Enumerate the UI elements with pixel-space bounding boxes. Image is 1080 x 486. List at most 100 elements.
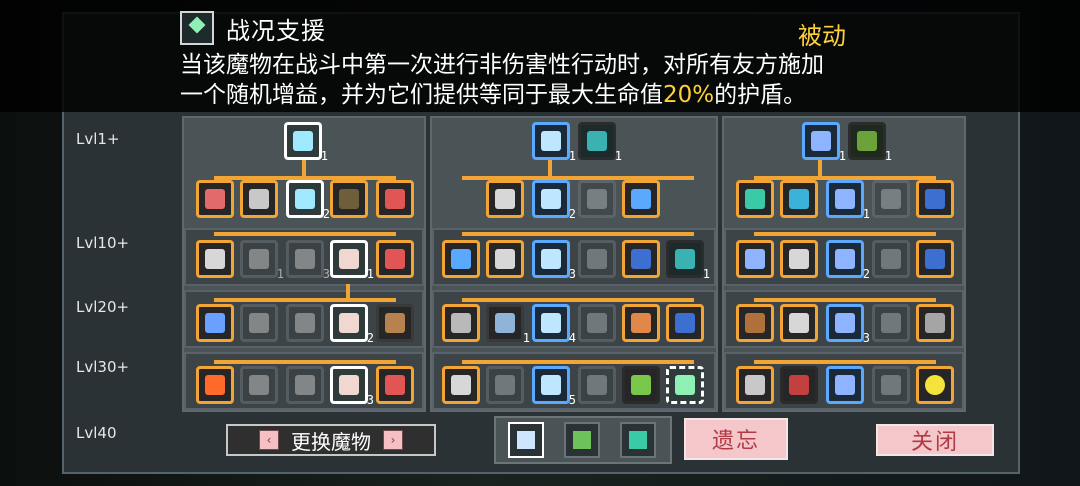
skill-node[interactable] — [286, 366, 324, 404]
skill-node[interactable] — [376, 180, 414, 218]
skill-node[interactable] — [376, 240, 414, 278]
skill-node[interactable] — [376, 304, 414, 342]
skill-node[interactable] — [736, 180, 774, 218]
crossed-swords-icon — [293, 131, 313, 151]
square-icon — [881, 189, 901, 209]
skill-node[interactable] — [826, 366, 864, 404]
skill-node[interactable] — [240, 366, 278, 404]
skill-node[interactable]: 2 — [286, 180, 330, 221]
skill-node[interactable] — [578, 180, 616, 218]
connector — [754, 360, 936, 364]
skill-node[interactable]: 2 — [826, 240, 870, 281]
skill-node[interactable] — [376, 366, 414, 404]
tooltip-description: 当该魔物在战斗中第一次进行非伤害性行动时，对所有友方施加 一个随机增益，并为它们… — [180, 50, 1030, 110]
skill-node-left-top[interactable]: 1 — [284, 122, 328, 163]
level-label-1: Lvl1+ — [76, 130, 120, 148]
shield-drop-icon — [925, 189, 945, 209]
skill-node[interactable] — [196, 304, 234, 342]
skill-node[interactable]: 1 — [486, 304, 530, 345]
skill-node[interactable] — [286, 304, 324, 342]
skill-node[interactable] — [916, 304, 954, 342]
fire-icon — [205, 375, 225, 395]
next-arrow-button[interactable]: › — [383, 430, 403, 450]
tab-claw[interactable] — [508, 422, 544, 458]
tab-arch[interactable] — [620, 422, 656, 458]
skill-node-selected[interactable] — [666, 366, 704, 404]
swap-tab-icon — [573, 431, 591, 449]
claw-tab-icon — [517, 431, 535, 449]
skill-node[interactable]: 2 — [330, 304, 374, 345]
pen-bars-icon — [495, 189, 515, 209]
crossed-swords-icon — [295, 189, 315, 209]
level-label-30: Lvl30+ — [76, 358, 130, 376]
skill-node-right-top-1[interactable]: 1 — [802, 122, 846, 163]
orb-icon — [205, 313, 225, 333]
skill-node[interactable] — [486, 240, 524, 278]
skill-node[interactable] — [916, 180, 954, 218]
skill-node[interactable]: 3 — [532, 240, 576, 281]
skill-node[interactable] — [622, 304, 660, 342]
skill-node[interactable] — [736, 240, 774, 278]
skill-node[interactable] — [622, 240, 660, 278]
skill-node[interactable] — [442, 366, 480, 404]
skill-node[interactable]: 1 — [330, 240, 374, 281]
skill-node[interactable] — [736, 366, 774, 404]
close-button[interactable]: 关闭 — [876, 424, 994, 456]
skill-node[interactable] — [442, 304, 480, 342]
skill-node[interactable]: 2 — [532, 180, 576, 221]
skill-node[interactable] — [872, 366, 910, 404]
skill-node[interactable] — [196, 366, 234, 404]
skill-node[interactable] — [622, 366, 660, 404]
skill-node[interactable] — [916, 366, 954, 404]
skill-node[interactable] — [240, 304, 278, 342]
feather-icon — [541, 189, 561, 209]
skill-node[interactable] — [780, 304, 818, 342]
skill-node[interactable]: 3 — [826, 304, 870, 345]
skill-node[interactable] — [780, 366, 818, 404]
skill-node[interactable] — [872, 180, 910, 218]
arch-tab-icon — [629, 431, 647, 449]
skill-node[interactable] — [330, 180, 368, 218]
skill-node[interactable]: 5 — [532, 366, 576, 407]
connector — [214, 360, 396, 364]
skill-node[interactable] — [622, 180, 660, 218]
skill-node[interactable]: 1 — [826, 180, 870, 221]
square-icon — [587, 189, 607, 209]
skill-node[interactable] — [780, 180, 818, 218]
tab-swap[interactable] — [564, 422, 600, 458]
skill-node[interactable] — [196, 240, 234, 278]
skill-node[interactable]: 4 — [532, 304, 576, 345]
tooltip-desc-line-2: 一个随机增益，并为它们提供等同于最大生命值20%的护盾。 — [180, 80, 1030, 110]
skill-node[interactable] — [442, 240, 480, 278]
skill-node[interactable] — [666, 304, 704, 342]
connector — [462, 232, 694, 236]
skill-node[interactable] — [916, 240, 954, 278]
skill-node[interactable]: 3 — [330, 366, 374, 407]
skill-node[interactable] — [196, 180, 234, 218]
skill-node[interactable] — [486, 180, 524, 218]
skill-node[interactable] — [872, 240, 910, 278]
crossed-swords-icon — [295, 313, 315, 333]
skill-node-mid-top-2[interactable]: 1 — [578, 122, 622, 163]
skill-node[interactable]: 1 — [666, 240, 710, 281]
skill-node-right-top-2[interactable]: 1 — [848, 122, 892, 163]
skill-node[interactable] — [240, 180, 278, 218]
heart-sparkle-icon — [675, 375, 695, 395]
forget-button[interactable]: 遗忘 — [684, 418, 788, 460]
blade-icon — [385, 313, 405, 333]
skill-node-mid-top-1[interactable]: 1 — [532, 122, 576, 163]
skill-node[interactable] — [872, 304, 910, 342]
prev-arrow-button[interactable]: ‹ — [259, 430, 279, 450]
skill-node[interactable] — [578, 240, 616, 278]
skill-node[interactable] — [578, 366, 616, 404]
skill-node[interactable]: 3 — [286, 240, 330, 281]
skill-node[interactable] — [780, 240, 818, 278]
skill-node[interactable] — [736, 304, 774, 342]
skill-node[interactable]: 1 — [240, 240, 284, 281]
skill-node[interactable] — [578, 304, 616, 342]
connector — [548, 158, 552, 178]
skill-node[interactable] — [486, 366, 524, 404]
feather-icon — [541, 249, 561, 269]
square-icon — [881, 249, 901, 269]
tooltip-desc-highlight: 20% — [663, 82, 715, 108]
